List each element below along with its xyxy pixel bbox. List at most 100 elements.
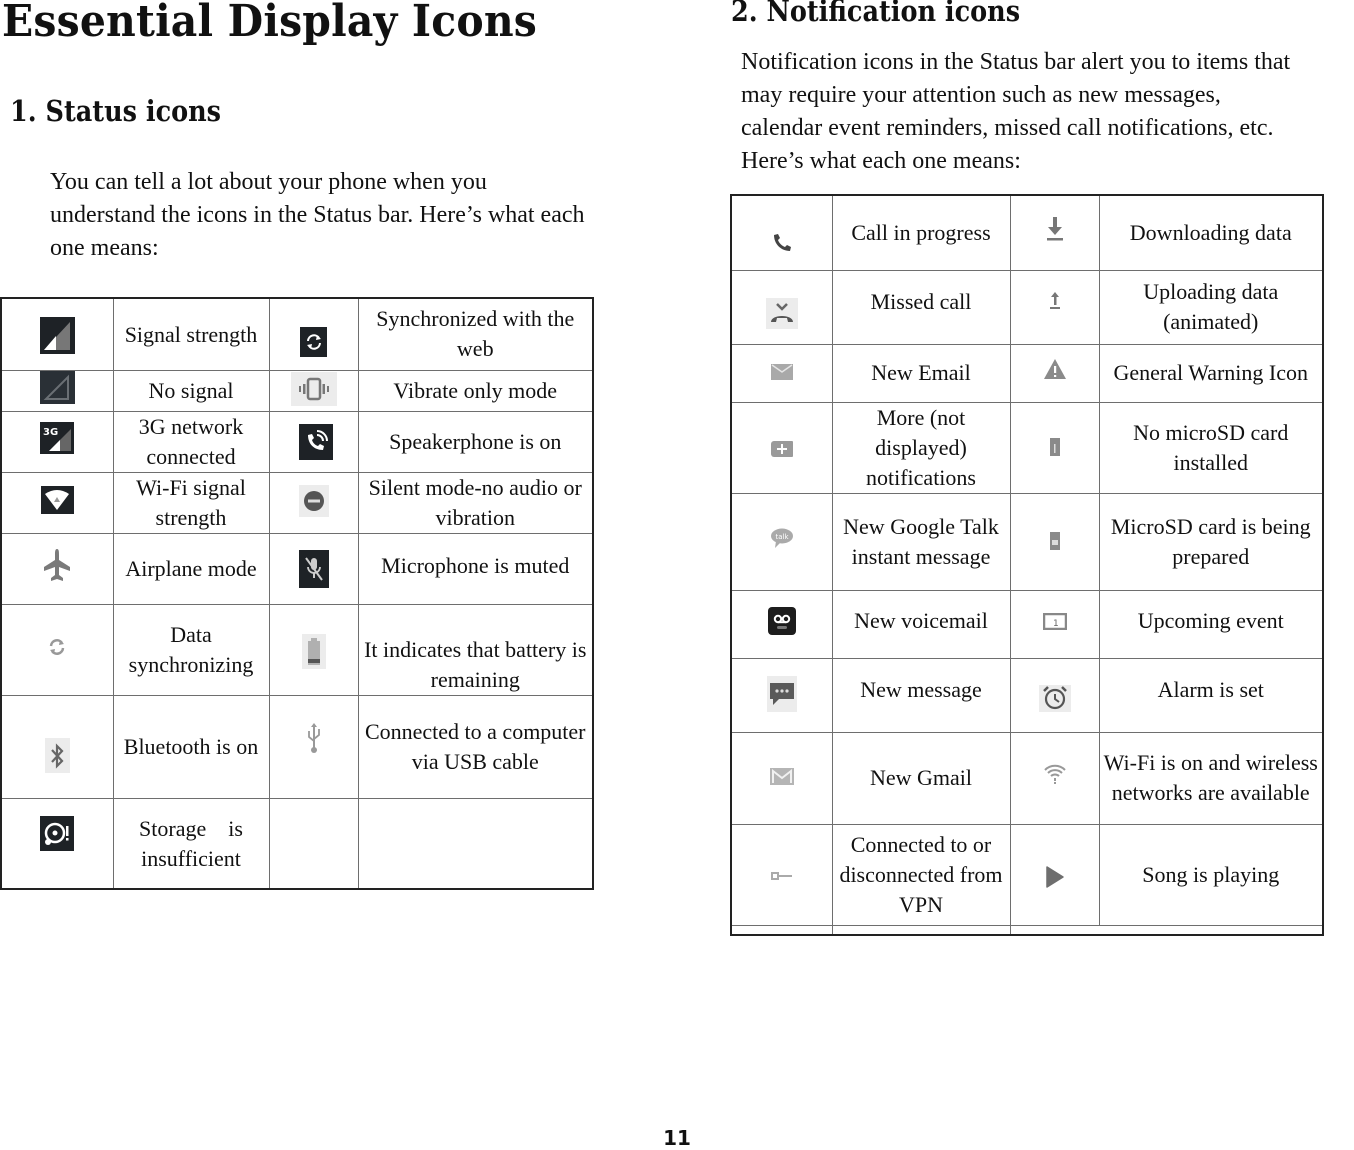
table-row: Airplane mode Microphone is muted (0, 532, 594, 605)
sd-card-preparing-icon (1049, 531, 1060, 550)
intro-line: Notification icons in the Status bar ale… (741, 49, 1291, 75)
icon-cell (730, 269, 833, 345)
status-icons-table: Signal strength Synchronized with the we… (0, 297, 594, 890)
notification-label: New Google Talk instant message (831, 492, 1011, 591)
speakerphone-icon (298, 424, 333, 460)
table-row: New voicemail 1 Upcoming event (730, 589, 1324, 659)
wifi-available-icon (1043, 762, 1067, 786)
wifi-signal-icon (40, 485, 74, 514)
status-section-intro: You can tell a lot about your phone when… (50, 166, 690, 265)
icon-cell (730, 343, 833, 403)
status-label: Vibrate only mode (357, 369, 594, 412)
notification-label: Connected to or disconnected from VPN (831, 823, 1011, 926)
usb-icon (304, 722, 324, 756)
table-row: 3G 3G network connected Speakerphone is … (0, 410, 594, 473)
notification-label: New Gmail (831, 731, 1011, 825)
notification-label: Missed call (831, 269, 1011, 345)
status-label: Microphone is muted (357, 532, 594, 605)
status-label: Wi-Fi signal strength (112, 471, 270, 534)
table-row: Missed call Uploading data (animated) (730, 269, 1324, 345)
notification-label: Alarm is set (1098, 657, 1324, 733)
icon-cell (1009, 343, 1100, 403)
3g-network-icon: 3G (40, 422, 75, 454)
icon-cell (730, 401, 833, 494)
notification-icons-table: Call in progress Downloading data Missed… (730, 194, 1324, 936)
icon-cell (0, 797, 114, 890)
intro-line: may require your attention such as new m… (741, 82, 1221, 108)
table-row: talk New Google Talk instant message Mic… (730, 492, 1324, 591)
icon-cell (268, 410, 359, 473)
notification-label: No microSD card installed (1098, 401, 1324, 494)
svg-text:3G: 3G (43, 427, 58, 438)
icon-cell (268, 297, 359, 371)
icon-cell (268, 603, 359, 696)
vpn-icon (770, 870, 794, 882)
intro-line: Here’s what each one means: (741, 148, 1021, 174)
notification-label: Call in progress (831, 194, 1011, 271)
airplane-icon (41, 546, 73, 584)
battery-icon (301, 634, 326, 670)
status-label: Connected to a computer via USB cable (357, 694, 594, 799)
warning-icon (1043, 358, 1067, 380)
call-in-progress-icon (770, 231, 794, 255)
icon-cell (1009, 194, 1100, 271)
icon-cell (1009, 401, 1100, 494)
status-label: Bluetooth is on (112, 694, 270, 799)
icon-cell (730, 823, 833, 926)
download-icon (1044, 214, 1066, 244)
icon-cell (0, 694, 114, 799)
icon-cell (1009, 823, 1100, 926)
icon-cell (0, 369, 114, 412)
icon-cell: talk (730, 492, 833, 591)
icon-cell (268, 694, 359, 799)
svg-text:1: 1 (1053, 619, 1059, 629)
table-row: New Email General Warning Icon (730, 343, 1324, 403)
voicemail-icon (767, 607, 796, 635)
icon-cell (1009, 269, 1100, 345)
table-row-empty (730, 924, 1324, 935)
more-notifications-icon (770, 440, 793, 457)
table-row: Signal strength Synchronized with the we… (0, 297, 594, 371)
new-message-icon (766, 675, 797, 712)
icon-cell (268, 471, 359, 534)
data-sync-icon (46, 636, 68, 658)
status-section-heading: 1. Status icons (10, 94, 222, 128)
status-label: Data synchronizing (112, 603, 270, 696)
silent-mode-icon (298, 484, 329, 517)
notification-label: MicroSD card is being prepared (1098, 492, 1324, 591)
alarm-icon (1038, 684, 1071, 712)
status-label: It indicates that battery is remaining (357, 603, 594, 696)
empty-cell (1009, 924, 1324, 935)
status-label: Signal strength (112, 297, 270, 371)
intro-line: calendar event reminders, missed call no… (741, 115, 1274, 141)
svg-text:talk: talk (775, 533, 789, 541)
notification-label: Wi-Fi is on and wireless networks are av… (1098, 731, 1324, 825)
no-sd-card-icon (1049, 437, 1060, 456)
play-icon (1044, 864, 1066, 890)
icon-cell (730, 657, 833, 733)
table-row: Storage is insufficient (0, 797, 594, 890)
status-label: 3G network connected (112, 410, 270, 473)
notification-label: Uploading data (animated) (1098, 269, 1324, 345)
icon-cell (1009, 731, 1100, 825)
status-label: Synchronized with the web (357, 297, 594, 371)
status-label: Silent mode-no audio or vibration (357, 471, 594, 534)
no-signal-icon (39, 371, 75, 405)
table-row: No signal Vibrate only mode (0, 369, 594, 412)
storage-warning-icon (40, 815, 75, 851)
notification-label: General Warning Icon (1098, 343, 1324, 403)
notification-section-intro: Notification icons in the Status bar ale… (741, 46, 1354, 178)
intro-line: understand the icons in the Status bar. … (50, 202, 585, 228)
notification-label: Song is playing (1098, 823, 1324, 926)
icon-cell (730, 194, 833, 271)
notification-section-heading: 2. Notification icons (731, 0, 1021, 28)
table-row: New message Alarm is set (730, 657, 1324, 733)
icon-cell: 3G (0, 410, 114, 473)
page-title: Essential Display Icons (2, 0, 537, 47)
status-label: Airplane mode (112, 532, 270, 605)
icon-cell (1009, 492, 1100, 591)
status-label: Storage is insufficient (112, 797, 270, 890)
icon-cell (0, 532, 114, 605)
notification-label: Downloading data (1098, 194, 1324, 271)
vibrate-icon (290, 371, 337, 406)
